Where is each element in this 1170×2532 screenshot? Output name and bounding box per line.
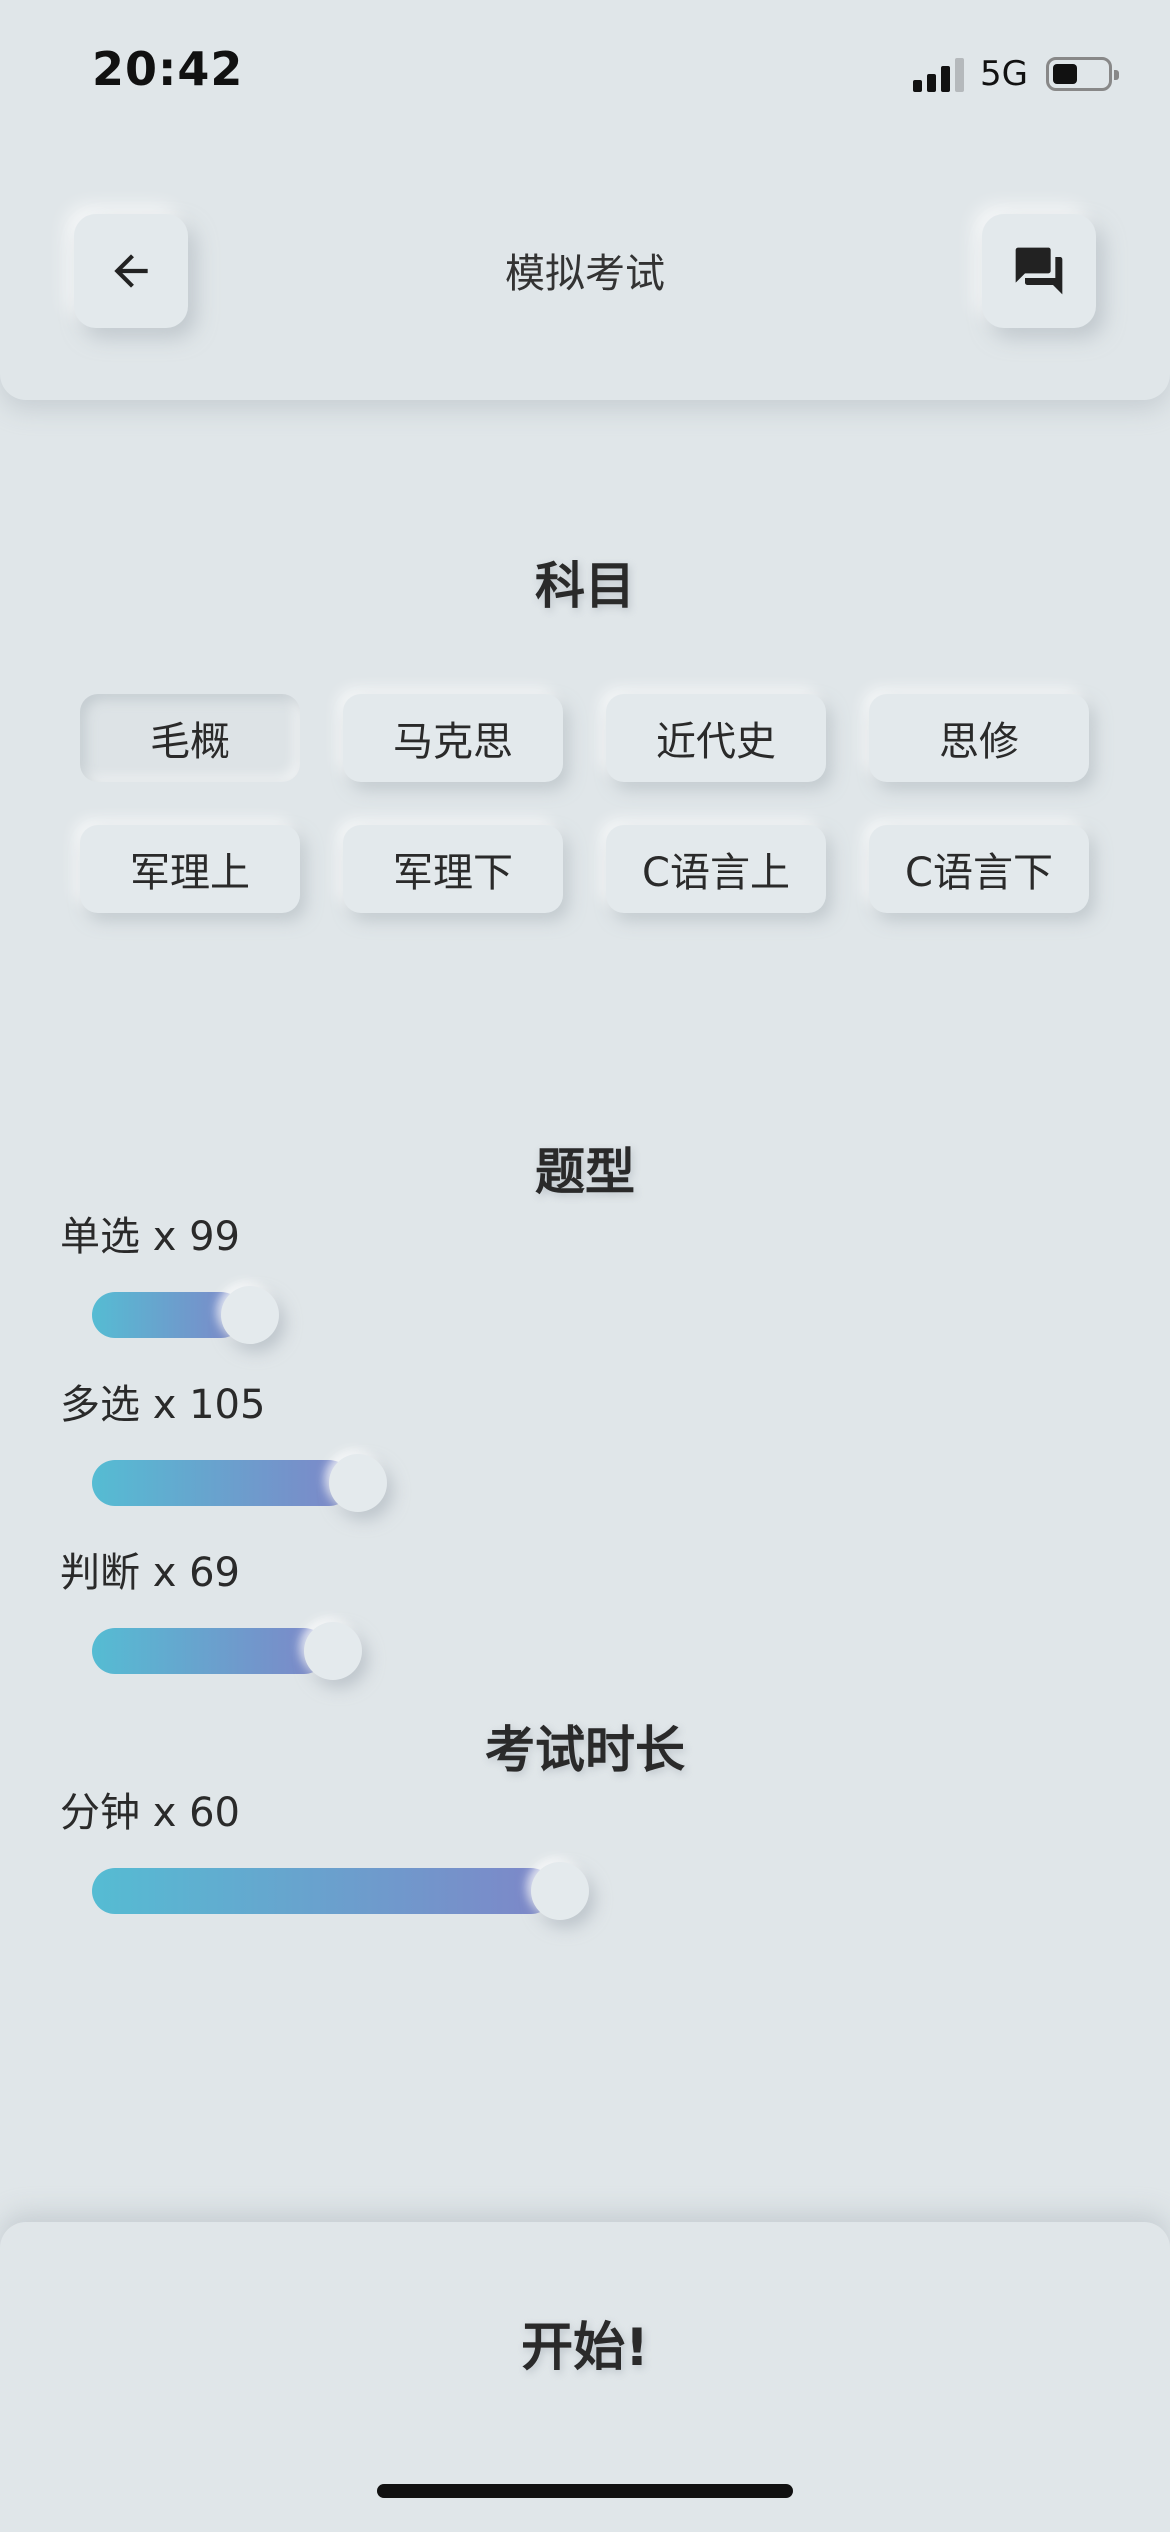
status-indicators: 5G (913, 52, 1119, 96)
duration-label: 分钟 x 60 (60, 1790, 240, 1836)
subject-chip-modern-history[interactable]: 近代史 (606, 694, 826, 782)
duration-slider[interactable] (92, 1862, 1012, 1920)
slider-thumb[interactable] (329, 1454, 387, 1512)
true-false-slider[interactable] (92, 1622, 1012, 1680)
slider-thumb[interactable] (531, 1862, 589, 1920)
chat-button[interactable] (982, 214, 1096, 328)
battery-icon (1046, 57, 1119, 91)
signal-icon (913, 56, 965, 92)
single-choice-slider[interactable] (92, 1286, 1012, 1344)
slider-thumb[interactable] (304, 1622, 362, 1680)
subject-chip-military-2[interactable]: 军理下 (343, 825, 563, 913)
duration-section-title: 考试时长 (485, 1721, 685, 1779)
subject-chip-maogai[interactable]: 毛概 (80, 694, 300, 782)
subject-chip-c-language-2[interactable]: C语言下 (869, 825, 1089, 913)
slider-fill (92, 1868, 554, 1914)
subject-section-title: 科目 (535, 557, 635, 615)
network-type: 5G (980, 54, 1028, 94)
start-button[interactable]: 开始! (0, 2292, 1170, 2392)
mock-exam-page: 20:42 5G 模拟考试 科目 毛概 马克思 近代史 思修 军理上 军理下 C… (0, 0, 1170, 2532)
status-time: 20:42 (92, 42, 244, 96)
slider-fill (92, 1460, 352, 1506)
subject-chip-c-language-1[interactable]: C语言上 (606, 825, 826, 913)
battery-level (1053, 64, 1077, 84)
home-indicator[interactable] (377, 2484, 793, 2498)
multiple-choice-slider[interactable] (92, 1454, 1012, 1512)
true-false-label: 判断 x 69 (60, 1550, 240, 1596)
slider-fill (92, 1628, 327, 1674)
subject-chip-military-1[interactable]: 军理上 (80, 825, 300, 913)
single-choice-label: 单选 x 99 (60, 1214, 240, 1260)
multiple-choice-label: 多选 x 105 (60, 1382, 266, 1428)
subject-chip-marx[interactable]: 马克思 (343, 694, 563, 782)
question-type-section-title: 题型 (535, 1143, 635, 1201)
subject-chip-sixiu[interactable]: 思修 (869, 694, 1089, 782)
slider-thumb[interactable] (221, 1286, 279, 1344)
chat-bubbles-icon (1015, 247, 1063, 295)
